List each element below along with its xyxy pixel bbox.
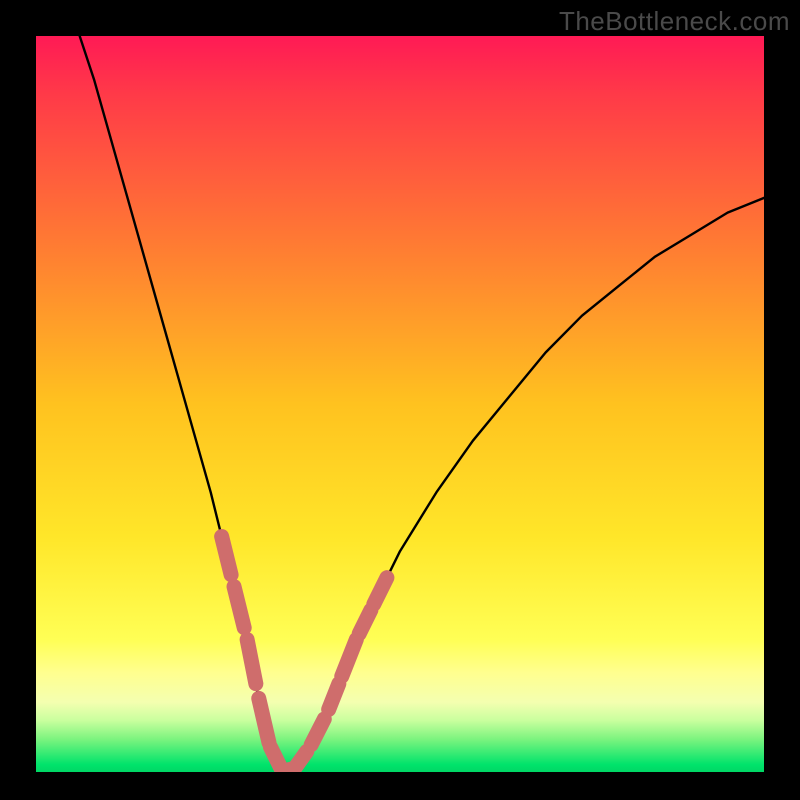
marker-segment [259, 698, 269, 742]
marker-segment [329, 684, 339, 710]
bottleneck-chart [36, 36, 764, 772]
marker-segment [247, 640, 256, 684]
marker-segment [234, 587, 244, 628]
marker-segment [359, 610, 371, 634]
marker-segment [222, 536, 231, 574]
marker-segment [295, 751, 307, 767]
plot-area [36, 36, 764, 772]
gradient-background [36, 36, 764, 772]
watermark-text: TheBottleneck.com [559, 6, 790, 37]
chart-frame: TheBottleneck.com [0, 0, 800, 800]
